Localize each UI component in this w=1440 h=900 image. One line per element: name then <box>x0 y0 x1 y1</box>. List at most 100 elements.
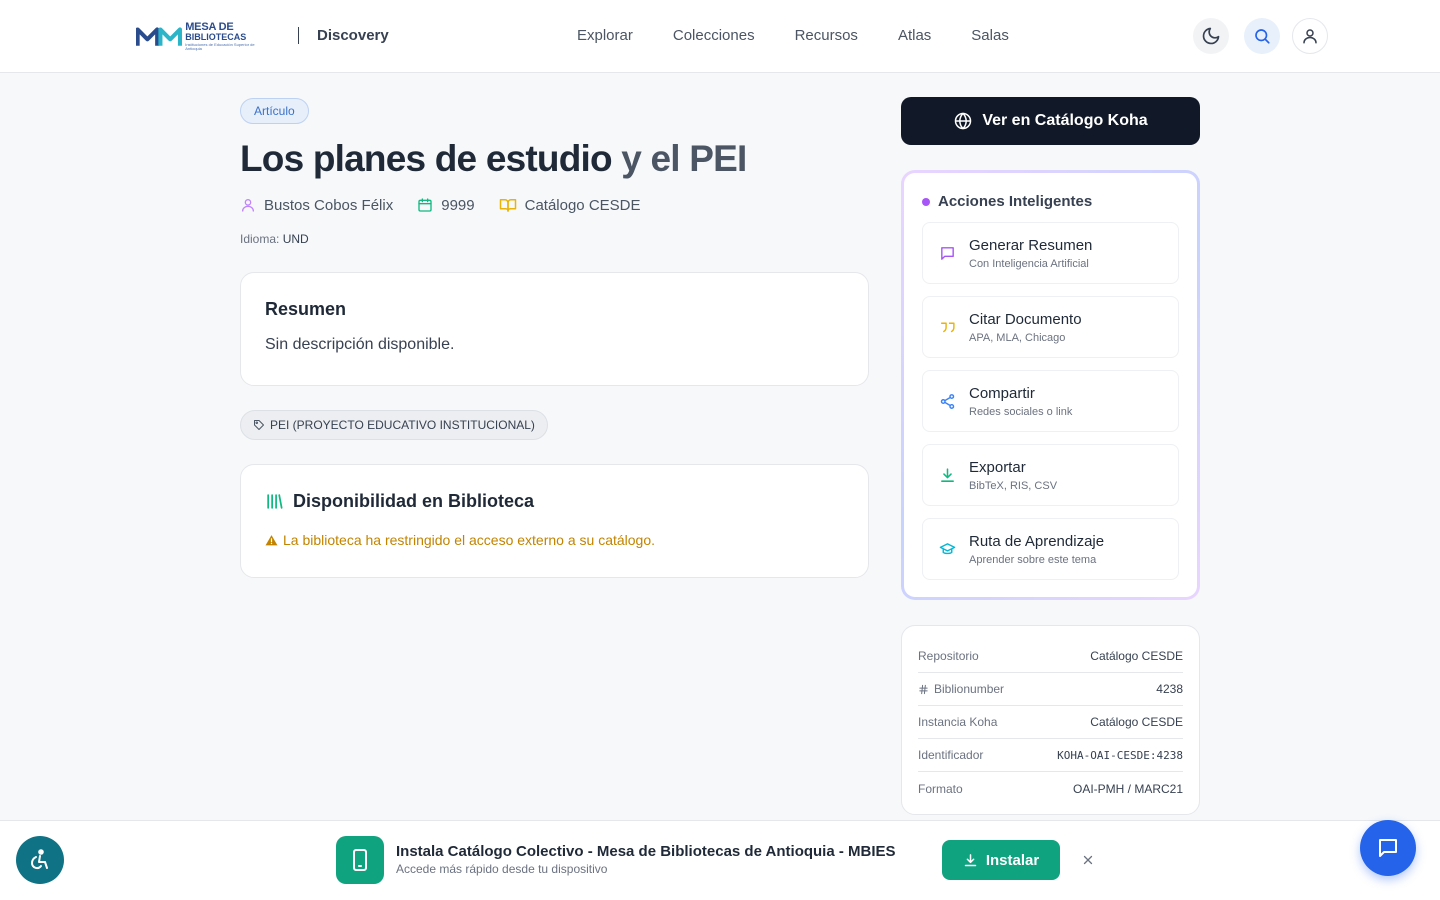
action-learning-path[interactable]: Ruta de Aprendizaje Aprender sobre este … <box>922 518 1179 580</box>
view-koha-catalog-button[interactable]: Ver en Catálogo Koha <box>901 97 1200 145</box>
action-generate-summary[interactable]: Generar Resumen Con Inteligencia Artific… <box>922 222 1179 284</box>
search-button[interactable] <box>1244 18 1280 54</box>
availability-heading: Disponibilidad en Biblioteca <box>265 491 844 512</box>
brand-title[interactable]: Discovery <box>317 27 389 44</box>
library-icon <box>267 494 283 509</box>
info-key: Formato <box>918 781 963 796</box>
header-divider <box>298 27 299 44</box>
logo-line3: Instituciones de Educación Superior de A… <box>185 41 255 51</box>
author-name: Bustos Cobos Félix <box>264 196 394 214</box>
warning-icon <box>265 534 278 545</box>
accessibility-button[interactable] <box>16 836 64 884</box>
language-value: UND <box>282 232 309 246</box>
action-text: Ruta de Aprendizaje Aprender sobre este … <box>969 533 1104 566</box>
nav-salas[interactable]: Salas <box>971 27 1009 44</box>
logo-text: MESA DE BIBLIOTECAS Instituciones de Edu… <box>185 20 256 51</box>
nav-atlas[interactable]: Atlas <box>898 27 931 44</box>
nav-colecciones[interactable]: Colecciones <box>673 27 755 44</box>
meta-author[interactable]: Bustos Cobos Félix <box>240 197 393 214</box>
info-value: Catálogo CESDE <box>1090 715 1183 729</box>
action-export[interactable]: Exportar BibTeX, RIS, CSV <box>922 444 1179 506</box>
logo-line1: MESA DE <box>185 20 234 33</box>
search-icon <box>1255 29 1270 44</box>
install-subtitle: Accede más rápido desde tu dispositivo <box>396 862 608 876</box>
mesa-bibliotecas-logo[interactable]: MESA DE BIBLIOTECAS Instituciones de Edu… <box>136 20 256 52</box>
smart-actions-inner: Acciones Inteligentes Generar Resumen Co… <box>904 173 1197 597</box>
year-value: 9999 <box>441 196 475 214</box>
info-value: KOHA-OAI-CESDE:4238 <box>1057 748 1183 762</box>
info-key: Identificador <box>918 748 984 762</box>
user-icon <box>242 199 254 212</box>
globe-icon <box>955 112 972 130</box>
quote-icon <box>939 319 957 336</box>
meta-year: 9999 <box>417 196 475 214</box>
summary-heading: Resumen <box>265 299 347 319</box>
summary-text: Sin descripción disponible. <box>265 336 455 353</box>
hash-icon <box>919 684 928 694</box>
action-subtitle: Aprender sobre este tema <box>969 553 1097 566</box>
action-subtitle: BibTeX, RIS, CSV <box>969 479 1058 492</box>
action-cite-document[interactable]: Citar Documento APA, MLA, Chicago <box>922 296 1179 358</box>
action-title: Compartir <box>969 384 1035 402</box>
smart-actions-heading: Acciones Inteligentes <box>922 193 1179 210</box>
info-key: Instancia Koha <box>918 715 998 729</box>
meta-catalog[interactable]: Catálogo CESDE <box>499 196 641 214</box>
type-badge: Artículo <box>240 98 309 124</box>
close-icon <box>1083 855 1093 865</box>
title-main: Los planes de estudio <box>240 138 613 179</box>
install-banner <box>0 820 1440 900</box>
availability-heading-text: Disponibilidad en Biblioteca <box>293 491 535 511</box>
action-subtitle: Con Inteligencia Artificial <box>969 257 1089 270</box>
info-value: Catálogo CESDE <box>1090 649 1183 663</box>
user-icon <box>1303 29 1317 44</box>
action-title: Generar Resumen <box>969 236 1093 254</box>
install-title: Instala Catálogo Colectivo - Mesa de Bib… <box>396 843 896 860</box>
info-row-biblionumber: Biblionumber 4238 <box>918 673 1183 706</box>
action-title: Ruta de Aprendizaje <box>969 532 1105 550</box>
moon-icon <box>1202 27 1220 45</box>
language-line: Idioma: UND <box>240 232 309 246</box>
app-icon <box>336 836 384 884</box>
user-button[interactable] <box>1292 18 1328 54</box>
action-text: Citar Documento APA, MLA, Chicago <box>969 311 1082 344</box>
purple-dot-icon <box>922 197 930 206</box>
install-button-label: Instalar <box>985 851 1040 869</box>
top-header: MESA DE BIBLIOTECAS Instituciones de Edu… <box>0 0 1440 73</box>
install-button[interactable]: Instalar <box>942 840 1060 880</box>
message-icon <box>939 245 957 262</box>
action-text: Generar Resumen Con Inteligencia Artific… <box>969 237 1092 270</box>
record-info-table: Repositorio Catálogo CESDE Biblionumber … <box>901 625 1200 815</box>
action-title: Exportar <box>969 458 1026 476</box>
logo-mark-icon <box>136 27 182 46</box>
download-icon <box>964 853 977 866</box>
smart-actions-title: Acciones Inteligentes <box>938 193 1093 210</box>
info-key-wrap: Biblionumber <box>918 682 1004 696</box>
action-share[interactable]: Compartir Redes sociales o link <box>922 370 1179 432</box>
download-icon <box>939 467 957 484</box>
main-nav: Explorar Colecciones Recursos Atlas Sala… <box>577 27 1049 44</box>
smartphone-icon <box>353 849 367 871</box>
info-value: OAI-PMH / MARC21 <box>1072 781 1183 796</box>
nav-explorar[interactable]: Explorar <box>577 27 633 44</box>
info-key: Biblionumber <box>934 682 1005 696</box>
calendar-icon <box>418 198 432 212</box>
catalog-name: Catálogo CESDE <box>524 196 641 214</box>
chat-button[interactable] <box>1360 820 1416 876</box>
action-title: Citar Documento <box>969 310 1082 328</box>
info-row-identificador: Identificador KOHA-OAI-CESDE:4238 <box>918 739 1183 772</box>
graduation-cap-icon <box>939 541 957 558</box>
page-title: Los planes de estudio y el PEI <box>240 138 747 180</box>
subject-tag[interactable]: PEI (PROYECTO EDUCATIVO INSTITUCIONAL) <box>240 410 548 440</box>
koha-button-label: Ver en Catálogo Koha <box>982 112 1148 129</box>
close-banner-button[interactable] <box>1079 851 1097 869</box>
chat-icon <box>1379 839 1397 857</box>
action-subtitle: Redes sociales o link <box>969 405 1073 418</box>
tag-icon <box>254 420 264 430</box>
availability-warning-text: La biblioteca ha restringido el acceso e… <box>283 532 656 548</box>
nav-recursos[interactable]: Recursos <box>795 27 858 44</box>
info-value: 4238 <box>1156 682 1183 696</box>
title-rest: y el PEI <box>611 138 747 179</box>
info-row-instancia-koha: Instancia Koha Catálogo CESDE <box>918 706 1183 739</box>
theme-toggle-button[interactable] <box>1193 18 1229 54</box>
action-text: Compartir Redes sociales o link <box>969 385 1072 418</box>
